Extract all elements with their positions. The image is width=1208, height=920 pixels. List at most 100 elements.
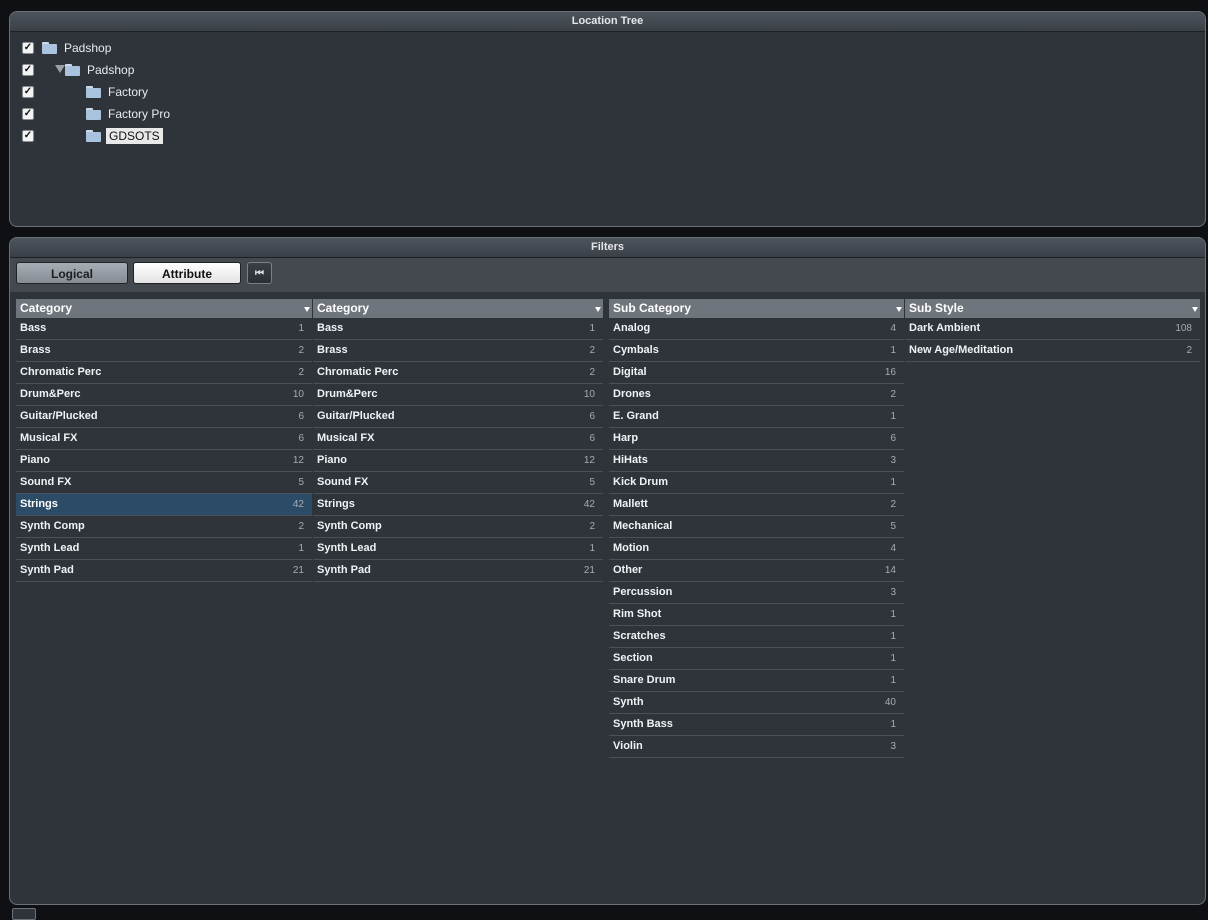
filter-row-count: 1 [890,675,896,686]
column-header-label: Category [317,301,370,315]
filter-row[interactable]: Synth Pad 21 [16,560,312,582]
expand-arrow-icon[interactable] [55,65,65,73]
filter-row-count: 1 [589,323,595,334]
filter-row-name: Synth [613,696,644,708]
filter-row-name: Snare Drum [613,674,676,686]
filter-row[interactable]: Motion 4 [609,538,904,560]
reset-filters-icon[interactable]: ⏮ [247,262,272,284]
filter-row[interactable]: Chromatic Perc 2 [313,362,603,384]
filter-row[interactable]: Other 14 [609,560,904,582]
tree-item[interactable]: ✓ Padshop [10,60,1205,82]
filter-row-name: HiHats [613,454,648,466]
filter-row-name: Mallett [613,498,648,510]
dropdown-arrow-icon[interactable] [304,307,310,312]
filter-row[interactable]: Sound FX 5 [313,472,603,494]
checkbox[interactable]: ✓ [22,42,34,54]
filter-row[interactable]: Snare Drum 1 [609,670,904,692]
checkbox[interactable]: ✓ [22,64,34,76]
filter-row[interactable]: Dark Ambient 108 [905,318,1200,340]
filter-row-name: Analog [613,322,651,334]
filter-row-name: Synth Pad [20,564,74,576]
filter-row[interactable]: Mechanical 5 [609,516,904,538]
filter-row[interactable]: HiHats 3 [609,450,904,472]
filter-row[interactable]: Strings 42 [16,494,312,516]
filter-row[interactable]: Violin 3 [609,736,904,758]
filter-row[interactable]: Synth 40 [609,692,904,714]
filter-row[interactable]: Musical FX 6 [313,428,603,450]
filter-row[interactable]: Sound FX 5 [16,472,312,494]
column-header[interactable]: Category [16,299,312,318]
tree-item[interactable]: ✓ Padshop [10,38,1205,60]
filter-row-name: Kick Drum [613,476,669,488]
filter-row[interactable]: Brass 2 [16,340,312,362]
checkbox[interactable]: ✓ [22,130,34,142]
filter-row[interactable]: Synth Comp 2 [16,516,312,538]
filter-row[interactable]: Guitar/Plucked 6 [313,406,603,428]
filter-row[interactable]: Bass 1 [313,318,603,340]
filter-row[interactable]: Strings 42 [313,494,603,516]
filter-row-name: Brass [317,344,348,356]
filter-row[interactable]: Harp 6 [609,428,904,450]
filter-row[interactable]: Synth Bass 1 [609,714,904,736]
filter-row[interactable]: Digital 16 [609,362,904,384]
filter-row-name: Musical FX [317,432,375,444]
logical-button[interactable]: Logical [16,262,128,284]
tree-item[interactable]: ✓ GDSOTS [10,126,1205,148]
filter-row[interactable]: Rim Shot 1 [609,604,904,626]
filter-row[interactable]: Synth Lead 1 [16,538,312,560]
filter-row-count: 108 [1175,323,1192,334]
filter-row[interactable]: Analog 4 [609,318,904,340]
filter-row[interactable]: Piano 12 [16,450,312,472]
filter-row-count: 1 [298,543,304,554]
dropdown-arrow-icon[interactable] [896,307,902,312]
filter-row[interactable]: Drum&Perc 10 [313,384,603,406]
filter-row-name: Mechanical [613,520,673,532]
dropdown-arrow-icon[interactable] [595,307,601,312]
filter-row-count: 6 [890,433,896,444]
filter-row[interactable]: Percussion 3 [609,582,904,604]
filter-row[interactable]: Synth Lead 1 [313,538,603,560]
filter-row[interactable]: Brass 2 [313,340,603,362]
dropdown-arrow-icon[interactable] [1192,307,1198,312]
attribute-button[interactable]: Attribute [133,262,241,284]
filter-row-count: 5 [890,521,896,532]
column-header[interactable]: Sub Category [609,299,904,318]
filter-row[interactable]: Bass 1 [16,318,312,340]
filter-row-name: Synth Comp [317,520,382,532]
filter-row[interactable]: Scratches 1 [609,626,904,648]
tree-item[interactable]: ✓ Factory [10,82,1205,104]
filter-row-count: 3 [890,455,896,466]
filter-row[interactable]: Synth Comp 2 [313,516,603,538]
filter-row[interactable]: Drum&Perc 10 [16,384,312,406]
filter-row[interactable]: New Age/Meditation 2 [905,340,1200,362]
filter-row[interactable]: Mallett 2 [609,494,904,516]
checkbox[interactable]: ✓ [22,86,34,98]
filter-row[interactable]: Section 1 [609,648,904,670]
filter-row[interactable]: Synth Pad 21 [313,560,603,582]
folder-icon [42,42,57,54]
filter-column: Sub Style Dark Ambient 108 New Age/Meditati… [905,299,1200,362]
filter-row[interactable]: Drones 2 [609,384,904,406]
column-header[interactable]: Category [313,299,603,318]
filter-row[interactable]: Musical FX 6 [16,428,312,450]
filter-row-name: Rim Shot [613,608,662,620]
filter-row-name: Dark Ambient [909,322,981,334]
tree-item-label: GDSOTS [106,128,163,144]
filter-row-count: 10 [292,389,304,400]
column-header[interactable]: Sub Style [905,299,1200,318]
filter-row-name: Bass [20,322,47,334]
tree-item[interactable]: ✓ Factory Pro [10,104,1205,126]
filter-row-count: 21 [583,565,595,576]
panel-toggle-icon[interactable] [12,908,36,920]
filter-row[interactable]: Chromatic Perc 2 [16,362,312,384]
filter-row-count: 1 [890,345,896,356]
filter-row[interactable]: Kick Drum 1 [609,472,904,494]
filter-row[interactable]: Cymbals 1 [609,340,904,362]
filter-row[interactable]: Piano 12 [313,450,603,472]
filter-row[interactable]: Guitar/Plucked 6 [16,406,312,428]
filter-row-count: 2 [589,367,595,378]
filter-row[interactable]: E. Grand 1 [609,406,904,428]
filter-row-count: 5 [589,477,595,488]
checkbox[interactable]: ✓ [22,108,34,120]
filter-row-count: 6 [589,433,595,444]
